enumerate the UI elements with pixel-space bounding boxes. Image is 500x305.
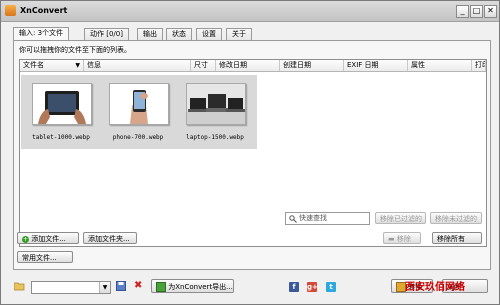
close-window-button[interactable]: ✕ [484, 5, 497, 18]
column-info[interactable]: 信息 [84, 60, 191, 71]
drag-hint: 你可以拖拽你的文件至下面的列表。 [19, 46, 131, 54]
preset-select[interactable]: ▼ [31, 281, 111, 294]
remove-button[interactable]: ▬ 移除 [383, 232, 421, 244]
column-print[interactable]: 打印 [472, 60, 486, 71]
minus-icon: ▬ [388, 235, 395, 243]
export-for-xnconvert-button[interactable]: 为XnConvert导出... [151, 279, 234, 293]
remove-filtered-button[interactable]: 移除已过滤的 [375, 212, 426, 224]
column-exif-date[interactable]: EXIF 日期 [344, 60, 408, 71]
google-plus-icon[interactable]: g+ [307, 282, 318, 292]
tab-actions[interactable]: 动作 [0/0] [84, 28, 129, 40]
export-icon [156, 282, 166, 292]
minimize-button[interactable]: _ [456, 5, 469, 18]
search-placeholder: 快速查找 [299, 214, 327, 222]
export-label: 为XnConvert导出... [168, 283, 233, 291]
file-name: laptop-1500.webp [186, 134, 244, 141]
laptop-image [186, 83, 246, 125]
column-modified-date[interactable]: 修改日期 [216, 60, 280, 71]
chevron-down-icon: ▼ [99, 282, 110, 293]
add-files-button[interactable]: + 添加文件... [17, 232, 79, 244]
facebook-icon[interactable]: f [289, 282, 299, 292]
file-thumbnail[interactable]: tablet-1000.webp [24, 77, 98, 147]
remove-unfiltered-button[interactable]: 移除未过滤的 [430, 212, 482, 224]
remove-all-button[interactable]: 移除所有 [432, 232, 482, 244]
column-size[interactable]: 尺寸 [191, 60, 216, 71]
column-created-date[interactable]: 创建日期 [280, 60, 344, 71]
file-name: tablet-1000.webp [32, 134, 90, 141]
input-panel: 你可以拖拽你的文件至下面的列表。 文件名 ▼ 信息 尺寸 修改日期 创建日期 E… [13, 40, 491, 270]
twitter-icon[interactable]: t [326, 282, 336, 292]
tab-output[interactable]: 输出 [137, 28, 163, 40]
tablet-image [32, 83, 92, 125]
search-icon [289, 213, 297, 227]
column-filename[interactable]: 文件名 ▼ [20, 60, 84, 71]
delete-x-icon[interactable]: ✖ [134, 280, 142, 291]
add-icon: + [22, 235, 29, 243]
xnconvert-app-icon [5, 5, 16, 16]
tab-input[interactable]: 输入: 3个文件 [13, 27, 70, 41]
thumbnail-grid: tablet-1000.webp phone-700.webp laptop-1… [21, 75, 257, 149]
watermark-text: 西安玖佰网络 [405, 282, 465, 293]
tab-settings[interactable]: 设置 [196, 28, 222, 40]
sort-down-icon: ▼ [75, 62, 80, 69]
file-thumbnail[interactable]: phone-700.webp [101, 77, 175, 147]
tab-status[interactable]: 状态 [166, 28, 192, 40]
file-list-header: 文件名 ▼ 信息 尺寸 修改日期 创建日期 EXIF 日期 属性 打印 [20, 60, 486, 72]
common-folders-button[interactable]: 常用文件... [17, 251, 73, 263]
add-files-label: 添加文件... [31, 235, 66, 243]
column-attributes[interactable]: 属性 [408, 60, 472, 71]
quick-search-input[interactable]: 快速查找 [285, 212, 370, 225]
file-thumbnail[interactable]: laptop-1500.webp [178, 77, 252, 147]
remove-label: 移除 [396, 235, 411, 243]
file-name: phone-700.webp [112, 134, 164, 141]
main-window: XnConvert _ □ ✕ 输入: 3个文件 动作 [0/0] 输出 状态 … [0, 0, 500, 305]
folder-open-icon[interactable] [13, 282, 25, 293]
title-bar: XnConvert _ □ ✕ [1, 1, 499, 22]
bottom-bar: ▼ ✖ 为XnConvert导出... f g+ t 转换 关闭 西安玖佰网络 [1, 275, 499, 304]
add-folder-button[interactable]: 添加文件夹... [83, 232, 137, 244]
maximize-button[interactable]: □ [470, 5, 483, 18]
tab-about[interactable]: 关于 [226, 28, 252, 40]
phone-image [109, 83, 169, 125]
save-icon[interactable] [116, 281, 126, 293]
window-title: XnConvert [20, 6, 68, 15]
